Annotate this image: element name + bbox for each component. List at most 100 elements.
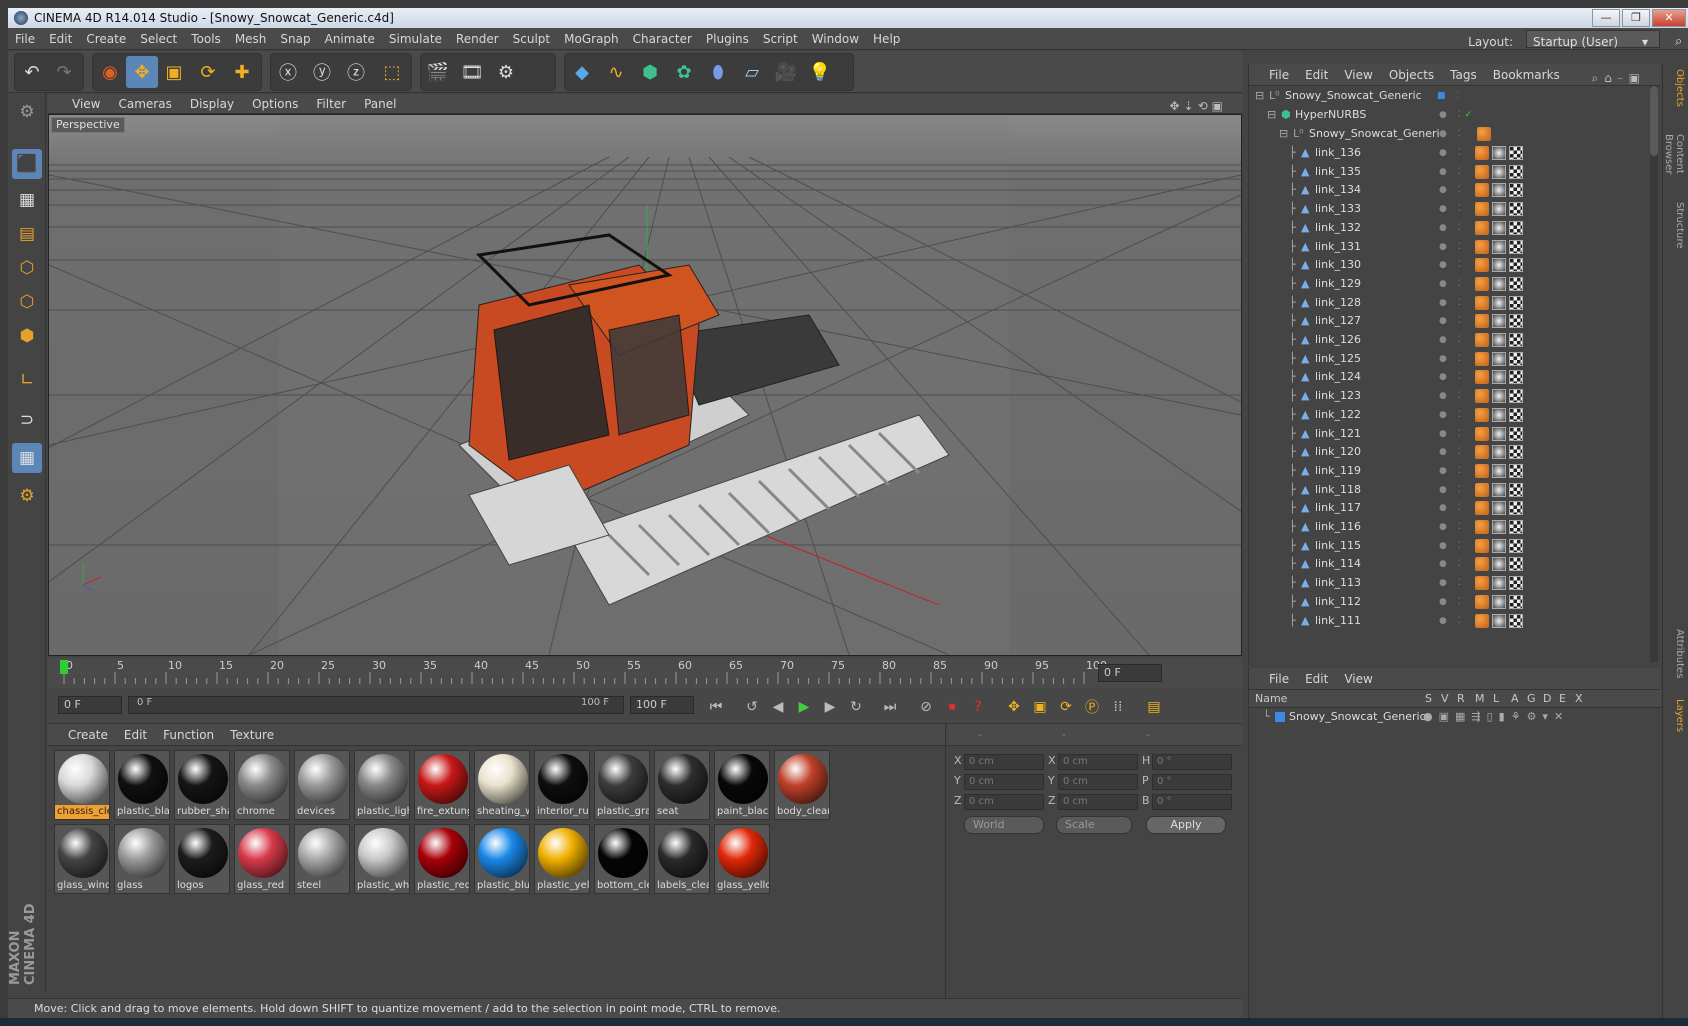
material-paint_black[interactable]: paint_black — [714, 750, 770, 820]
play-icon[interactable]: ▶ — [792, 696, 816, 718]
apply-button[interactable]: Apply — [1146, 816, 1226, 834]
help-key-icon[interactable]: ? — [966, 696, 990, 718]
phong-tag-icon[interactable] — [1475, 239, 1489, 254]
object-menu-objects[interactable]: Objects — [1381, 64, 1442, 86]
autokey-icon[interactable]: ⊘ — [914, 696, 938, 718]
object-row-link_121[interactable]: ├ ▲ link_121 ● ⁚ — [1249, 424, 1661, 444]
object-row-link_125[interactable]: ├ ▲ link_125 ● ⁚ — [1249, 349, 1661, 369]
object-row-link_117[interactable]: ├ ▲ link_117 ● ⁚ — [1249, 498, 1661, 518]
material-chrome[interactable]: chrome — [234, 750, 290, 820]
visibility-dots[interactable]: ● ⁚ — [1439, 218, 1465, 238]
polygons-mode-icon[interactable]: ⬢ — [12, 321, 42, 351]
prev-frame-icon[interactable]: ◀ — [766, 696, 790, 718]
snap-icon[interactable]: ⊃ — [12, 405, 42, 435]
material-tag-icon[interactable] — [1492, 258, 1506, 273]
object-row-link_131[interactable]: ├ ▲ link_131 ● ⁚ — [1249, 237, 1661, 257]
material-plastic_blu[interactable]: plastic_blu — [474, 824, 530, 894]
render-settings-icon[interactable]: ⚙ — [490, 56, 522, 88]
visibility-dots[interactable]: ● ⁚ — [1439, 424, 1465, 444]
texture-tag-icon[interactable] — [1509, 594, 1523, 609]
rot-h-field[interactable]: 0 ° — [1152, 754, 1232, 770]
texture-tag-icon[interactable] — [1509, 183, 1523, 198]
texture-tag-icon[interactable] — [1509, 314, 1523, 329]
x-axis-icon[interactable]: ⓧ — [272, 56, 304, 88]
phong-tag-icon[interactable] — [1475, 557, 1489, 572]
object-row-link_136[interactable]: ├ ▲ link_136 ● ⁚ — [1249, 143, 1661, 163]
material-tag-icon[interactable] — [1492, 594, 1506, 609]
pos-x-field[interactable]: 0 cm — [964, 754, 1044, 770]
phong-tag-icon[interactable] — [1475, 538, 1489, 553]
phong-tag-icon[interactable] — [1475, 183, 1489, 198]
texture-tag-icon[interactable] — [1509, 164, 1523, 179]
tab-objects[interactable]: Objects — [1667, 68, 1685, 108]
timeline-ruler[interactable]: 0 5 10 15 20 25 30 35 40 45 50 55 60 65 70 75 80 85 90 95 10… — [48, 658, 1242, 688]
material-tag-icon[interactable] — [1492, 295, 1506, 310]
material-tag-icon[interactable] — [1492, 333, 1506, 347]
z-axis-icon[interactable]: ⓩ — [340, 56, 372, 88]
menu-tools[interactable]: Tools — [184, 28, 228, 50]
material-logos[interactable]: logos — [174, 824, 230, 894]
object-row-link_129[interactable]: ├ ▲ link_129 ● ⁚ — [1249, 274, 1661, 294]
menu-file[interactable]: File — [8, 28, 42, 50]
pos-z-field[interactable]: 0 cm — [964, 794, 1044, 810]
layer-menu-view[interactable]: View — [1336, 668, 1380, 690]
tab-attributes[interactable]: Attributes — [1667, 624, 1685, 684]
points-mode-icon[interactable]: ⬡ — [12, 253, 42, 283]
move-tool-icon[interactable]: ✥ — [126, 56, 158, 88]
workplane-lock-icon[interactable]: ▦ — [12, 443, 42, 473]
viewport-menu-panel[interactable]: Panel — [355, 94, 405, 114]
size-x-field[interactable]: 0 cm — [1058, 754, 1138, 770]
menu-plugins[interactable]: Plugins — [699, 28, 756, 50]
object-menu-bookmarks[interactable]: Bookmarks — [1485, 64, 1568, 86]
material-tag-icon[interactable] — [1492, 351, 1506, 366]
visibility-dots[interactable]: ● ⁚ — [1439, 405, 1465, 425]
visibility-dots[interactable]: ● ⁚ — [1439, 573, 1465, 593]
scale-tool-icon[interactable]: ▣ — [158, 56, 190, 88]
pos-y-field[interactable]: 0 cm — [964, 774, 1044, 790]
menu-help[interactable]: Help — [866, 28, 907, 50]
rot-p-field[interactable]: 0 ° — [1152, 774, 1232, 790]
texture-tag-icon[interactable] — [1509, 202, 1523, 217]
deformer-icon[interactable]: ⬮ — [702, 56, 734, 88]
phong-tag-icon[interactable] — [1475, 202, 1489, 217]
material-interior_rul[interactable]: interior_rul — [534, 750, 590, 820]
menu-snap[interactable]: Snap — [273, 28, 317, 50]
render-view-icon[interactable]: 🎬 — [422, 56, 454, 88]
object-row-link_135[interactable]: ├ ▲ link_135 ● ⁚ — [1249, 162, 1661, 182]
axis-mode-icon[interactable]: ∟ — [12, 365, 42, 395]
phong-tag-icon[interactable] — [1475, 276, 1489, 291]
object-row-link_133[interactable]: ├ ▲ link_133 ● ⁚ — [1249, 199, 1661, 219]
visibility-dots[interactable]: ● ⁚ — [1439, 611, 1465, 631]
object-menu-tags[interactable]: Tags — [1442, 64, 1485, 86]
object-menu-view[interactable]: View — [1336, 64, 1380, 86]
phong-tag-icon[interactable] — [1475, 295, 1489, 310]
render-picture-viewer-icon[interactable]: 🎞 — [456, 56, 488, 88]
size-y-field[interactable]: 0 cm — [1058, 774, 1138, 790]
material-tag-icon[interactable] — [1492, 239, 1506, 254]
material-glass_red[interactable]: glass_red — [234, 824, 290, 894]
material-tag-icon[interactable] — [1492, 389, 1506, 404]
tab-structure[interactable]: Structure — [1667, 200, 1685, 250]
phong-tag-icon[interactable] — [1475, 314, 1489, 329]
texture-tag-icon[interactable] — [1509, 445, 1523, 460]
material-seat[interactable]: seat — [654, 750, 710, 820]
record-icon[interactable]: ⏺ — [940, 696, 964, 718]
object-row-link_120[interactable]: ├ ▲ link_120 ● ⁚ — [1249, 442, 1661, 462]
material-tag-icon[interactable] — [1492, 202, 1506, 217]
visibility-dots[interactable]: ● ⁚ — [1439, 180, 1465, 200]
expand-icon[interactable]: ⊟ — [1267, 105, 1276, 125]
material-menu-function[interactable]: Function — [155, 724, 222, 746]
visibility-dots[interactable]: ● ⁚ — [1439, 143, 1465, 163]
material-plastic_whi[interactable]: plastic_whi — [354, 824, 410, 894]
material-tag-icon[interactable] — [1492, 146, 1506, 160]
visibility-dots[interactable]: ● ⁚✓ — [1439, 105, 1476, 125]
visibility-dots[interactable]: ● ⁚ — [1439, 442, 1465, 462]
material-tag-icon[interactable] — [1492, 445, 1506, 460]
phong-tag-icon[interactable] — [1475, 426, 1489, 441]
texture-tag-icon[interactable] — [1509, 389, 1523, 404]
menu-animate[interactable]: Animate — [318, 28, 382, 50]
key-pla-icon[interactable]: ⁞⁞ — [1106, 696, 1130, 718]
phong-tag-icon[interactable] — [1475, 351, 1489, 366]
viewport-menu-display[interactable]: Display — [181, 94, 243, 114]
visibility-dots[interactable]: ● ⁚ — [1439, 311, 1465, 331]
